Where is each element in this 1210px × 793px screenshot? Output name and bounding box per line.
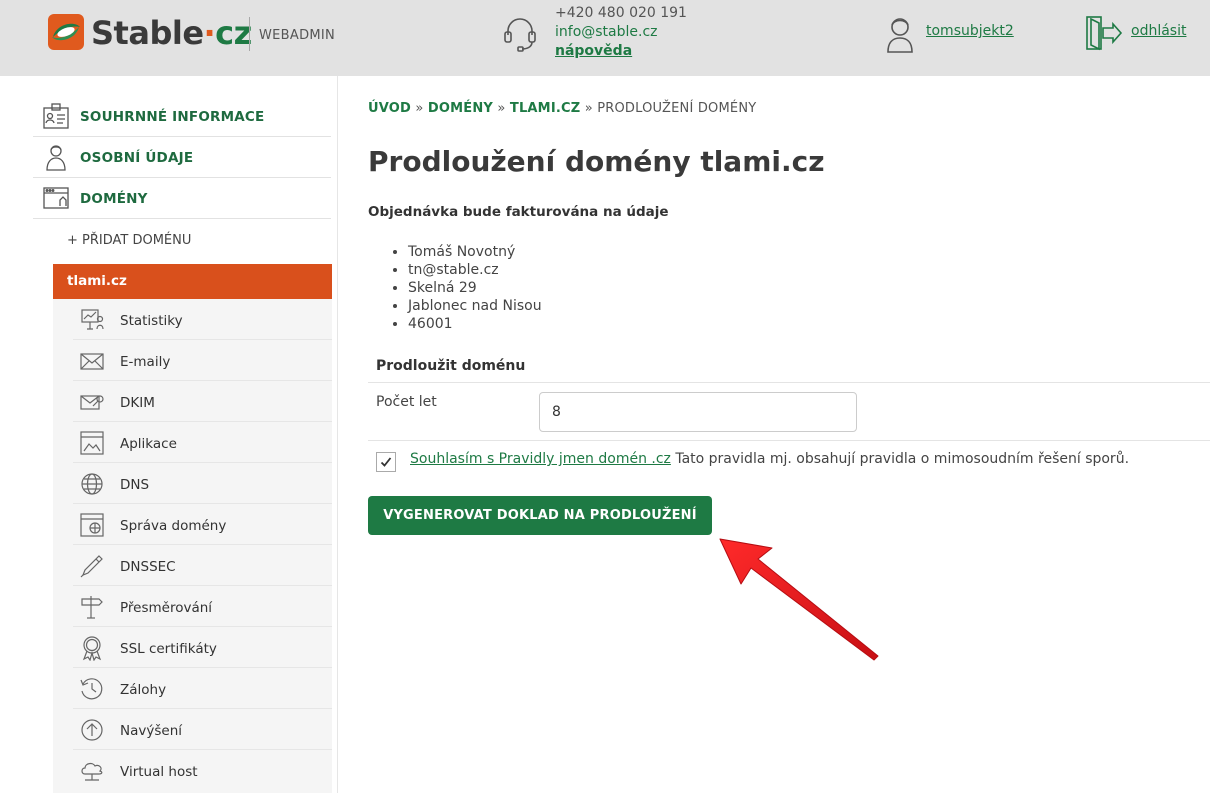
domain-subnav: Statistiky E-maily DKIM Aplikace DNS Spr… [53,299,332,793]
mail-key-icon [80,395,104,410]
logout-link[interactable]: odhlásit [1131,23,1186,39]
sidebar-item-emails[interactable]: E-maily [53,340,332,381]
sidebar-item-label: SSL certifikáty [120,641,217,657]
browser-window-icon [43,187,69,209]
id-card-icon [43,103,69,129]
agree-checkbox[interactable] [376,452,396,472]
envelope-icon [80,353,104,370]
billing-name: Tomáš Novotný [408,243,542,261]
sidebar-item-upgrade[interactable]: Navýšení [53,709,332,750]
header: Stable·cz WEBADMIN +420 480 020 191 info… [0,0,1210,76]
backup-clock-icon [80,678,103,700]
sidebar-item-statistics[interactable]: Statistiky [53,299,332,340]
active-domain-label: tlami.cz [67,273,127,289]
ssl-badge-icon [82,636,102,661]
sidebar: SOUHRNNÉ INFORMACE OSOBNÍ ÚDAJE DOMÉNY +… [0,76,338,793]
years-label: Počet let [376,394,437,410]
arrow-up-circle-icon [81,719,103,741]
sidebar-item-apps[interactable]: Aplikace [53,422,332,463]
breadcrumb: ÚVOD » DOMÉNY » TLAMI.CZ » PRODLOUŽENÍ D… [368,101,756,116]
sidebar-item-virtual-host[interactable]: Virtual host [53,750,332,791]
app-window-icon [80,431,104,455]
sidebar-item-label: OSOBNÍ ÚDAJE [80,150,194,166]
sidebar-item-dnssec[interactable]: DNSSEC [53,545,332,586]
divider [368,382,1210,383]
breadcrumb-home[interactable]: ÚVOD [368,101,411,116]
sidebar-item-label: Přesměrování [120,600,213,616]
logo-divider [249,17,250,51]
sidebar-item-summary[interactable]: SOUHRNNÉ INFORMACE [33,96,331,137]
rules-link[interactable]: Souhlasím s Pravidly jmen domén .cz [410,451,671,467]
headset-icon [504,18,536,52]
sidebar-item-label: Aplikace [120,436,177,452]
pen-key-icon [80,555,103,578]
sidebar-item-label: SOUHRNNÉ INFORMACE [80,109,265,125]
sidebar-item-backups[interactable]: Zálohy [53,668,332,709]
webadmin-label: WEBADMIN [259,28,336,43]
sidebar-item-dns[interactable]: DNS [53,463,332,504]
stable-logo-icon [48,14,84,50]
phone-number: +420 480 020 191 [555,5,687,21]
generate-invoice-button[interactable]: VYGENEROVAT DOKLAD NA PRODLOUŽENÍ [368,496,712,535]
agree-text: Souhlasím s Pravidly jmen domén .cz Tato… [410,451,1129,467]
billing-city: Jablonec nad Nisou [408,297,542,315]
signpost-icon [81,596,103,619]
sidebar-item-domain-management[interactable]: Správa domény [53,504,332,545]
sidebar-item-redirect[interactable]: Přesměrování [53,586,332,627]
globe-icon [81,473,103,495]
annotation-arrow-icon [719,538,879,661]
years-input[interactable] [539,392,857,432]
contact-info: +420 480 020 191 info@stable.cz nápověda [555,4,687,61]
logo[interactable]: Stable·cz [47,13,252,53]
page-title: Prodloužení domény tlami.cz [368,145,825,178]
username-link[interactable]: tomsubjekt2 [926,23,1014,39]
sidebar-item-personal[interactable]: OSOBNÍ ÚDAJE [33,137,331,178]
billing-zip: 46001 [408,315,542,333]
breadcrumb-domains[interactable]: DOMÉNY [428,101,493,116]
presentation-chart-icon [81,309,104,330]
sidebar-item-label: Virtual host [120,764,198,780]
billing-details: Tomáš Novotný tn@stable.cz Skelná 29 Jab… [390,243,542,333]
sidebar-active-domain[interactable]: tlami.cz [53,264,332,299]
breadcrumb-separator: » [497,101,506,116]
sidebar-item-dkim[interactable]: DKIM [53,381,332,422]
sidebar-item-label: DOMÉNY [80,191,148,207]
billing-street: Skelná 29 [408,279,542,297]
sidebar-item-label: DKIM [120,395,155,411]
billing-note: Objednávka bude fakturována na údaje [368,204,669,220]
person-icon [46,145,66,171]
sidebar-item-label: Zálohy [120,682,167,698]
agree-description: Tato pravidla mj. obsahují pravidla o mi… [670,451,1130,467]
renew-section-title: Prodloužit doménu [376,358,526,374]
email-link[interactable]: info@stable.cz [555,23,687,42]
sidebar-item-label: E-maily [120,354,171,370]
checkmark-icon [380,457,392,467]
sidebar-item-label: Správa domény [120,518,227,534]
domain-settings-icon [80,513,104,537]
help-link[interactable]: nápověda [555,42,687,61]
sidebar-item-label: Statistiky [120,313,183,329]
sidebar-item-label: DNSSEC [120,559,176,575]
sidebar-item-label: DNS [120,477,150,493]
add-domain-link[interactable]: + PŘIDAT DOMÉNU [67,233,191,248]
user-icon [887,18,913,53]
sidebar-item-ssl[interactable]: SSL certifikáty [53,627,332,668]
breadcrumb-separator: » [584,101,593,116]
logout-icon [1086,16,1123,51]
breadcrumb-separator: » [415,101,424,116]
sidebar-item-label: Navýšení [120,723,182,739]
divider [368,440,1210,441]
breadcrumb-domain[interactable]: TLAMI.CZ [510,101,581,116]
cloud-server-icon [81,762,103,781]
logo-text: Stable·cz [91,14,252,52]
breadcrumb-current: PRODLOUŽENÍ DOMÉNY [597,101,757,116]
sidebar-item-domains[interactable]: DOMÉNY [33,178,331,219]
billing-email: tn@stable.cz [408,261,542,279]
